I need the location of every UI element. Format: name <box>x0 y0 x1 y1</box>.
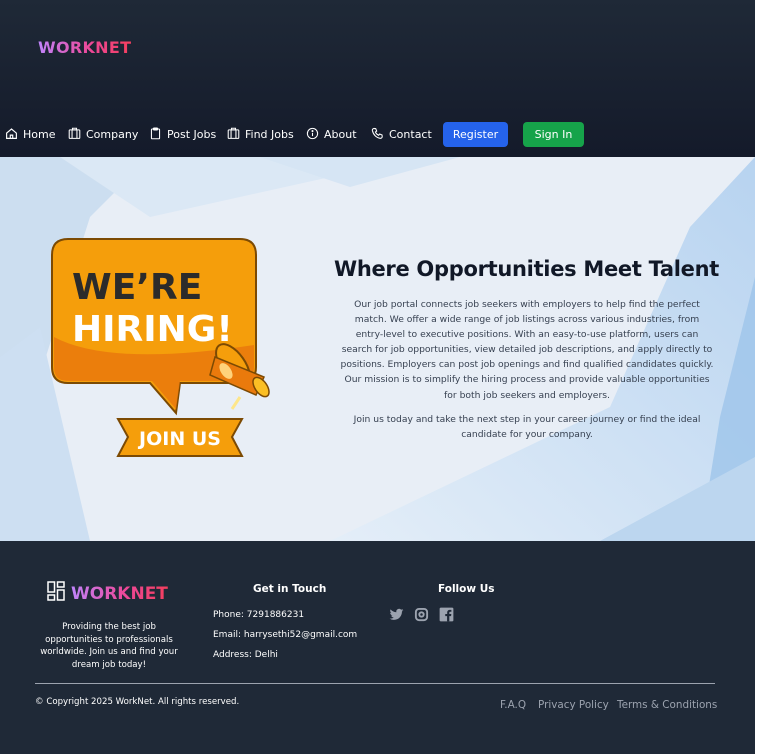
social-links <box>389 607 454 622</box>
nav-item-contact[interactable]: Contact <box>371 122 432 147</box>
twitter-icon[interactable] <box>389 607 404 622</box>
contact-phone: Phone: 7291886231 <box>213 610 304 620</box>
phone-icon <box>371 127 384 143</box>
nav-item-label: Find Jobs <box>245 128 294 141</box>
footer-link-terms[interactable]: Terms & Conditions <box>617 699 717 711</box>
address-label: Address: <box>213 650 252 660</box>
hiring-illustration: WE’RE HIRING! JOIN US <box>51 238 270 457</box>
building-icon <box>68 127 81 143</box>
follow-heading: Follow Us <box>438 583 495 595</box>
nav-item-post-jobs[interactable]: Post Jobs <box>149 122 216 147</box>
register-button[interactable]: Register <box>443 122 508 147</box>
footer-link-faq[interactable]: F.A.Q <box>500 699 526 711</box>
nav-item-label: Contact <box>389 128 432 141</box>
nav-item-about[interactable]: About <box>306 122 357 147</box>
grid-icon <box>47 581 65 606</box>
footer-brand-name: WORKNET <box>71 583 168 604</box>
clipboard-icon <box>149 126 162 143</box>
contact-heading: Get in Touch <box>253 583 327 595</box>
email-value[interactable]: harrysethi52@gmail.com <box>244 630 357 640</box>
copyright: © Copyright 2025 WorkNet. All rights res… <box>35 697 240 707</box>
info-icon <box>306 127 319 143</box>
nav-item-label: About <box>324 128 357 141</box>
nav-item-label: Company <box>86 128 139 141</box>
footer-link-privacy[interactable]: Privacy Policy <box>538 699 609 711</box>
nav-item-home[interactable]: Home <box>5 122 55 147</box>
facebook-icon[interactable] <box>439 607 454 622</box>
nav-item-label: Home <box>23 128 56 141</box>
footer-description: Providing the best job opportunities to … <box>40 622 178 670</box>
contact-address: Address: Delhi <box>213 650 278 660</box>
instagram-icon[interactable] <box>414 607 429 622</box>
building-icon <box>227 127 240 143</box>
join-us-banner: JOIN US <box>137 428 221 450</box>
footer-brand[interactable]: WORKNET <box>47 581 168 606</box>
hero-section: WE’RE HIRING! JOIN US Where Opportunitie… <box>0 157 755 541</box>
signin-button[interactable]: Sign In <box>523 122 584 147</box>
brand-logo[interactable]: WORKNET <box>38 38 131 57</box>
hiring-line2: HIRING! <box>72 309 233 350</box>
phone-value[interactable]: 7291886231 <box>247 610 304 620</box>
nav-item-label: Post Jobs <box>167 128 217 141</box>
hero-paragraph: Our job portal connects job seekers with… <box>340 299 714 401</box>
footer-divider <box>35 683 715 684</box>
nav-item-company[interactable]: Company <box>68 122 138 147</box>
hero-title: Where Opportunities Meet Talent <box>333 257 720 281</box>
hero-paragraph-cta: Join us today and take the next step in … <box>353 414 701 441</box>
site-header: WORKNET Home Company Post Jobs Find Jobs <box>0 0 755 157</box>
nav-item-find-jobs[interactable]: Find Jobs <box>227 122 294 147</box>
hiring-line1: WE’RE <box>72 267 202 308</box>
email-label: Email: <box>213 630 242 640</box>
phone-label: Phone: <box>213 610 244 620</box>
address-value: Delhi <box>254 650 278 660</box>
contact-email: Email: harrysethi52@gmail.com <box>213 630 357 640</box>
main-nav: Home Company Post Jobs Find Jobs About C… <box>0 122 755 147</box>
site-footer: WORKNET Providing the best job opportuni… <box>0 541 755 754</box>
home-icon <box>5 127 18 143</box>
